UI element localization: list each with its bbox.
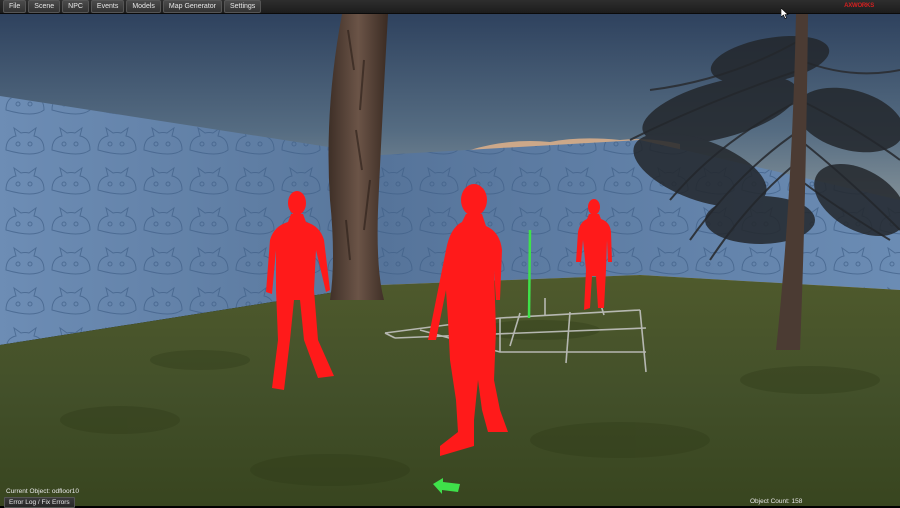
mouse-cursor-icon (781, 8, 789, 19)
current-object-label: Current Object: odfloor10 (6, 488, 79, 495)
3d-viewport[interactable] (0, 0, 900, 506)
menu-settings[interactable]: Settings (224, 0, 262, 13)
menu-file[interactable]: File (3, 0, 27, 13)
menu-scene[interactable]: Scene (28, 0, 61, 13)
menu-events[interactable]: Events (90, 0, 125, 13)
gizmo-y-axis[interactable] (527, 229, 532, 319)
brand-logo: AXWORKS (844, 3, 874, 9)
menu-map-generator[interactable]: Map Generator (162, 0, 222, 13)
menu-bar: File Scene NPC Events Models Map Generat… (0, 0, 900, 14)
object-count-label: Object Count: 158 (750, 498, 803, 505)
error-log-button[interactable]: Error Log / Fix Errors (4, 497, 75, 508)
menu-npc[interactable]: NPC (62, 0, 89, 13)
menu-models[interactable]: Models (126, 0, 161, 13)
